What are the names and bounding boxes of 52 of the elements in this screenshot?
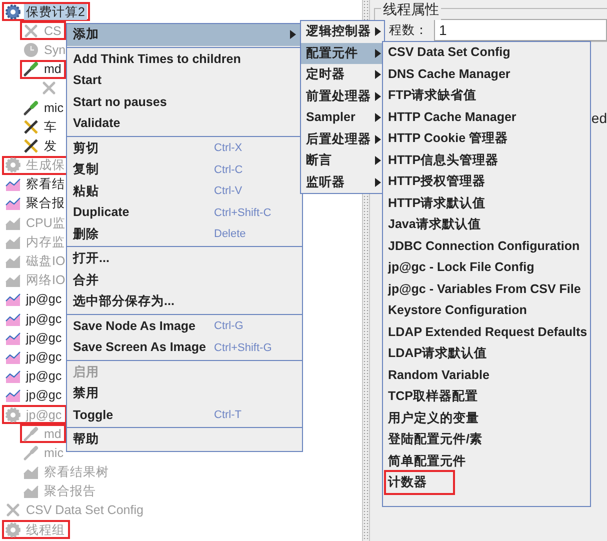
menu-item[interactable]: 删除 Delete [67,224,302,245]
tree-item[interactable]: jp@gc [24,348,64,365]
input-field[interactable]: 1 [434,19,607,41]
menu-item[interactable]: 后置处理器 [301,128,384,150]
tree-item[interactable]: 发 [42,138,59,154]
tree-item[interactable]: jp@gc [24,368,64,384]
tree-item[interactable]: 察看结 [24,176,67,192]
tree-item[interactable]: jp@gc [24,387,64,404]
shortcut-label: Ctrl-T [214,408,242,423]
menu-item[interactable]: Validate [67,113,302,134]
menu-item[interactable]: Toggle Ctrl-T [67,404,302,426]
field-label: 程数： [389,22,428,39]
menu-item[interactable]: 剪切 Ctrl-X [67,138,302,159]
menu-item[interactable]: 定时器 [301,64,384,86]
tree-item[interactable]: 聚合报 [24,195,67,212]
shortcut-label: Ctrl-C [214,162,244,178]
menu-item[interactable]: Add Think Times to children [67,48,302,70]
menu-item[interactable]: 计数器 [384,470,455,496]
menu-item[interactable]: 前置处理器 [301,86,384,107]
tree-item[interactable]: mic [42,100,66,116]
shortcut-label: Ctrl-X [214,141,244,156]
menu-item[interactable]: 复制 Ctrl-C [67,159,302,180]
menu-item[interactable]: Save Screen As Image Ctrl+Shift-G [67,337,302,358]
menu-item[interactable]: 打开... [67,248,302,270]
menu-item[interactable]: Save Node As Image Ctrl-G [67,316,302,337]
tree-item[interactable]: jp@gc [24,330,64,346]
shortcut-label: Ctrl-V [214,184,244,199]
shortcut-label: Ctrl+Shift-C [214,206,272,220]
menu-item[interactable]: 监听器 [301,172,384,193]
menu-item[interactable]: Start [67,70,302,92]
tree-item[interactable]: 车 [42,118,59,135]
menu-item[interactable]: 逻辑控制器 [301,21,384,42]
menu-item[interactable]: Duplicate Ctrl+Shift-C [67,202,302,224]
tree-item[interactable]: md [42,61,64,78]
menu-item[interactable]: 粘贴 Ctrl-V [67,180,302,202]
menu-item[interactable]: 断言 [301,150,384,172]
shortcut-label: Delete [214,227,247,242]
tree-item[interactable]: 保费计算2 [24,4,87,20]
menu-item[interactable]: 禁用 [67,383,302,404]
menu-item[interactable]: 添加 [67,24,302,46]
tree-item[interactable]: jp@gc [24,310,64,327]
tree-item[interactable]: jp@gc [24,291,64,308]
menu-item[interactable]: 选中部分保存为... [67,291,302,312]
menu-item[interactable]: 帮助 [67,429,302,450]
group-title: 线程属性 [381,0,441,20]
shortcut-label: Ctrl+Shift-G [214,340,273,356]
menu-item[interactable]: 配置元件 [301,42,384,64]
option-label: ed [591,109,607,128]
menu-item[interactable]: Start no pauses [67,92,302,113]
shortcut-label: Ctrl-G [214,319,244,334]
menu-item[interactable]: Sampler [301,107,384,128]
menu-item[interactable]: 合并 [67,270,302,291]
